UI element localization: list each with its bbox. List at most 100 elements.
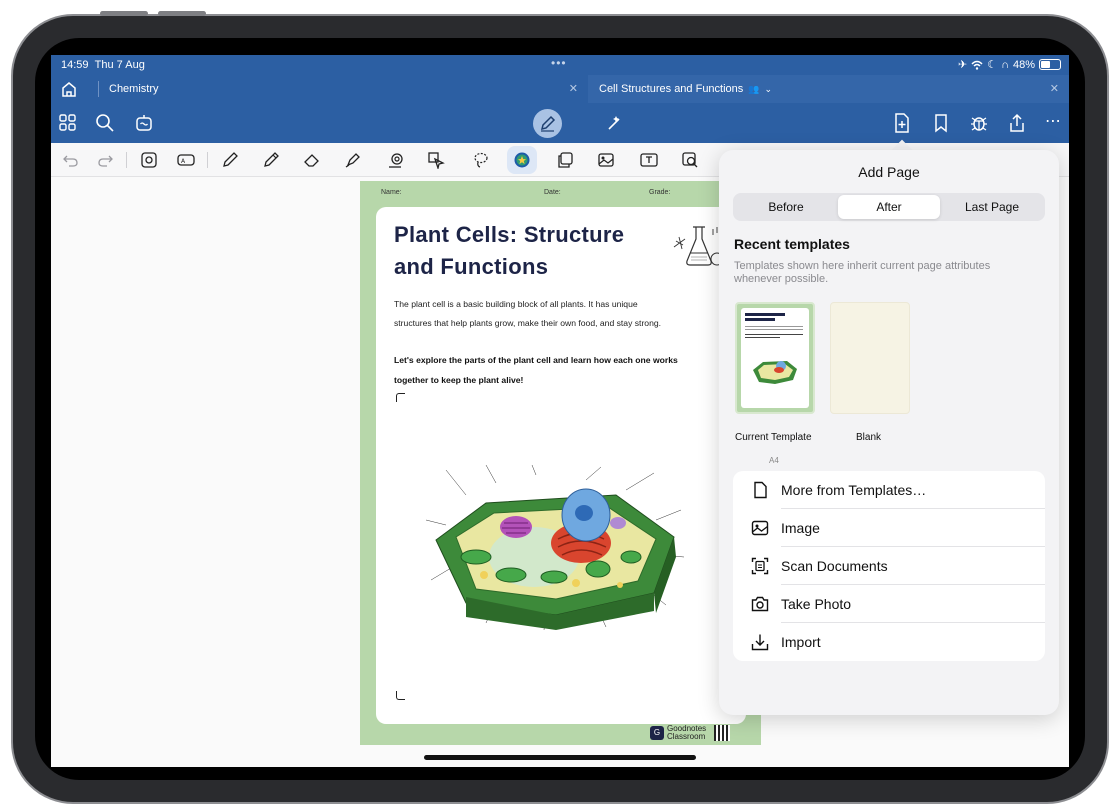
bug-report-icon[interactable]: [968, 112, 990, 134]
worksheet-card: Plant Cells: Structure and Functions The…: [376, 207, 746, 724]
menu-item-label: Image: [781, 520, 820, 536]
status-time: 14:59 Thu 7 Aug: [61, 59, 145, 71]
wifi-icon: [971, 60, 983, 70]
chevron-down-icon[interactable]: ⌄: [765, 84, 773, 95]
segment-after[interactable]: After: [838, 195, 940, 219]
goodnotes-icon: G: [650, 726, 664, 740]
instruction-paragraph: Let's explore the parts of the plant cel…: [394, 355, 678, 385]
shared-people-icon: 👥: [748, 83, 760, 94]
share-icon[interactable]: [1006, 112, 1028, 134]
toolbar-divider: [207, 152, 208, 168]
highlighter-icon[interactable]: [344, 151, 362, 169]
add-page-icon[interactable]: [891, 112, 913, 134]
page-position-segmented-control: Before After Last Page: [733, 193, 1045, 221]
intro-paragraph: The plant cell is a basic building block…: [394, 299, 662, 328]
more-options-icon[interactable]: ⋯: [1045, 111, 1062, 131]
date-label: Date:: [544, 189, 561, 196]
blank-template-thumbnail[interactable]: [830, 302, 910, 414]
menu-item-scan-documents[interactable]: Scan Documents: [733, 547, 1045, 585]
lasso-icon[interactable]: [472, 151, 490, 169]
pen-mode-button[interactable]: [533, 109, 562, 138]
grid-view-icon[interactable]: [57, 112, 79, 134]
tab-chemistry[interactable]: Chemistry ✕: [98, 75, 588, 103]
shapes-icon[interactable]: [387, 151, 405, 169]
menu-item-import[interactable]: Import: [733, 623, 1045, 661]
moon-icon: ☾: [987, 59, 998, 71]
grade-label: Grade:: [649, 189, 671, 196]
pencil-icon[interactable]: [262, 151, 280, 169]
battery-percent: 48%: [1012, 58, 1035, 71]
menu-item-label: Scan Documents: [781, 558, 888, 574]
toolbar-divider: [126, 152, 127, 168]
close-icon[interactable]: ✕: [1050, 82, 1059, 95]
status-icons: ✈ ☾ ∩ 48%: [958, 58, 1061, 71]
blank-template-label: Blank: [856, 432, 882, 443]
close-icon[interactable]: ✕: [569, 82, 578, 95]
zoom-window-icon[interactable]: [681, 151, 699, 169]
thumbnail-title-line: [745, 313, 785, 316]
menu-item-more-templates[interactable]: More from Templates…: [733, 471, 1045, 509]
main-toolbar: ⋯: [51, 103, 1069, 143]
ai-assistant-icon[interactable]: [133, 112, 155, 134]
bookmark-icon[interactable]: [930, 112, 952, 134]
text-box-icon[interactable]: [640, 151, 658, 169]
pen-tool-icon[interactable]: [221, 151, 239, 169]
volume-button: [100, 11, 148, 16]
tab-cell-structures[interactable]: Cell Structures and Functions 👥 ⌄ ✕: [588, 75, 1069, 103]
camera-icon: [751, 596, 769, 612]
tab-label: Cell Structures and Functions: [599, 83, 744, 95]
undo-icon[interactable]: [61, 151, 79, 169]
worksheet-header: Name: Date: Grade:: [360, 181, 761, 203]
add-page-popover: Add Page Before After Last Page Recent t…: [719, 150, 1059, 715]
plant-cell-diagram: [426, 465, 685, 630]
home-indicator[interactable]: [424, 755, 696, 760]
elements-icon[interactable]: [140, 151, 158, 169]
goodnotes-classroom-logo: G Goodnotes Classroom: [650, 725, 730, 741]
segment-last-page[interactable]: Last Page: [941, 195, 1043, 219]
popover-title: Add Page: [858, 164, 920, 180]
worksheet-page[interactable]: Name: Date: Grade: Plant Cells: Structur…: [360, 181, 761, 745]
lasso-select-icon[interactable]: [427, 151, 445, 169]
thumbnail-cell-image: [753, 361, 797, 384]
recent-templates-description: Templates shown here inherit current pag…: [734, 260, 991, 285]
image-icon: [751, 520, 769, 536]
airplane-icon: ✈: [957, 59, 968, 71]
power-button: [158, 11, 206, 16]
menu-item-image[interactable]: Image: [733, 509, 1045, 547]
eraser-icon[interactable]: [303, 151, 321, 169]
menu-item-label: More from Templates…: [781, 482, 927, 498]
current-template-thumbnail[interactable]: [735, 302, 815, 414]
add-page-options-menu: More from Templates… Image Scan Document…: [733, 471, 1045, 661]
document-icon: [754, 481, 767, 499]
thumbnail-page: [741, 308, 809, 408]
worksheet-title: Plant Cells: Structure and Functions: [394, 222, 625, 279]
home-icon[interactable]: [59, 80, 79, 98]
segment-before[interactable]: Before: [735, 195, 837, 219]
search-icon[interactable]: [94, 112, 116, 134]
sticker-icon[interactable]: [513, 151, 531, 169]
magic-pen-icon[interactable]: [604, 112, 626, 134]
thumbnail-text-line: [745, 326, 803, 327]
menu-item-take-photo[interactable]: Take Photo: [733, 585, 1045, 623]
goodnotes-classroom-text: Goodnotes Classroom: [667, 724, 707, 741]
name-label: Name:: [381, 189, 402, 196]
svg-text:A: A: [181, 158, 186, 165]
status-bar: 14:59 Thu 7 Aug ••• ✈ ☾ ∩ 48%: [51, 55, 1069, 75]
tab-bar: Chemistry ✕ Cell Structures and Function…: [51, 75, 1069, 103]
menu-item-label: Import: [781, 634, 821, 650]
text-recognition-icon[interactable]: A: [177, 151, 195, 169]
thumbnail-title-line: [745, 318, 775, 321]
multitasking-dots[interactable]: •••: [551, 56, 567, 70]
recent-templates-heading: Recent templates: [734, 236, 850, 252]
image-icon[interactable]: [597, 151, 615, 169]
redo-icon[interactable]: [97, 151, 115, 169]
current-template-label: Current Template: [735, 432, 812, 443]
import-icon: [751, 634, 769, 651]
headphones-icon: ∩: [1001, 58, 1009, 71]
sticky-note-icon[interactable]: [556, 151, 574, 169]
current-template-size: A4: [769, 456, 779, 465]
scan-icon: [751, 557, 769, 575]
battery-icon: [1039, 59, 1061, 70]
thumbnail-text-line: [745, 337, 780, 338]
menu-item-label: Take Photo: [781, 596, 852, 612]
